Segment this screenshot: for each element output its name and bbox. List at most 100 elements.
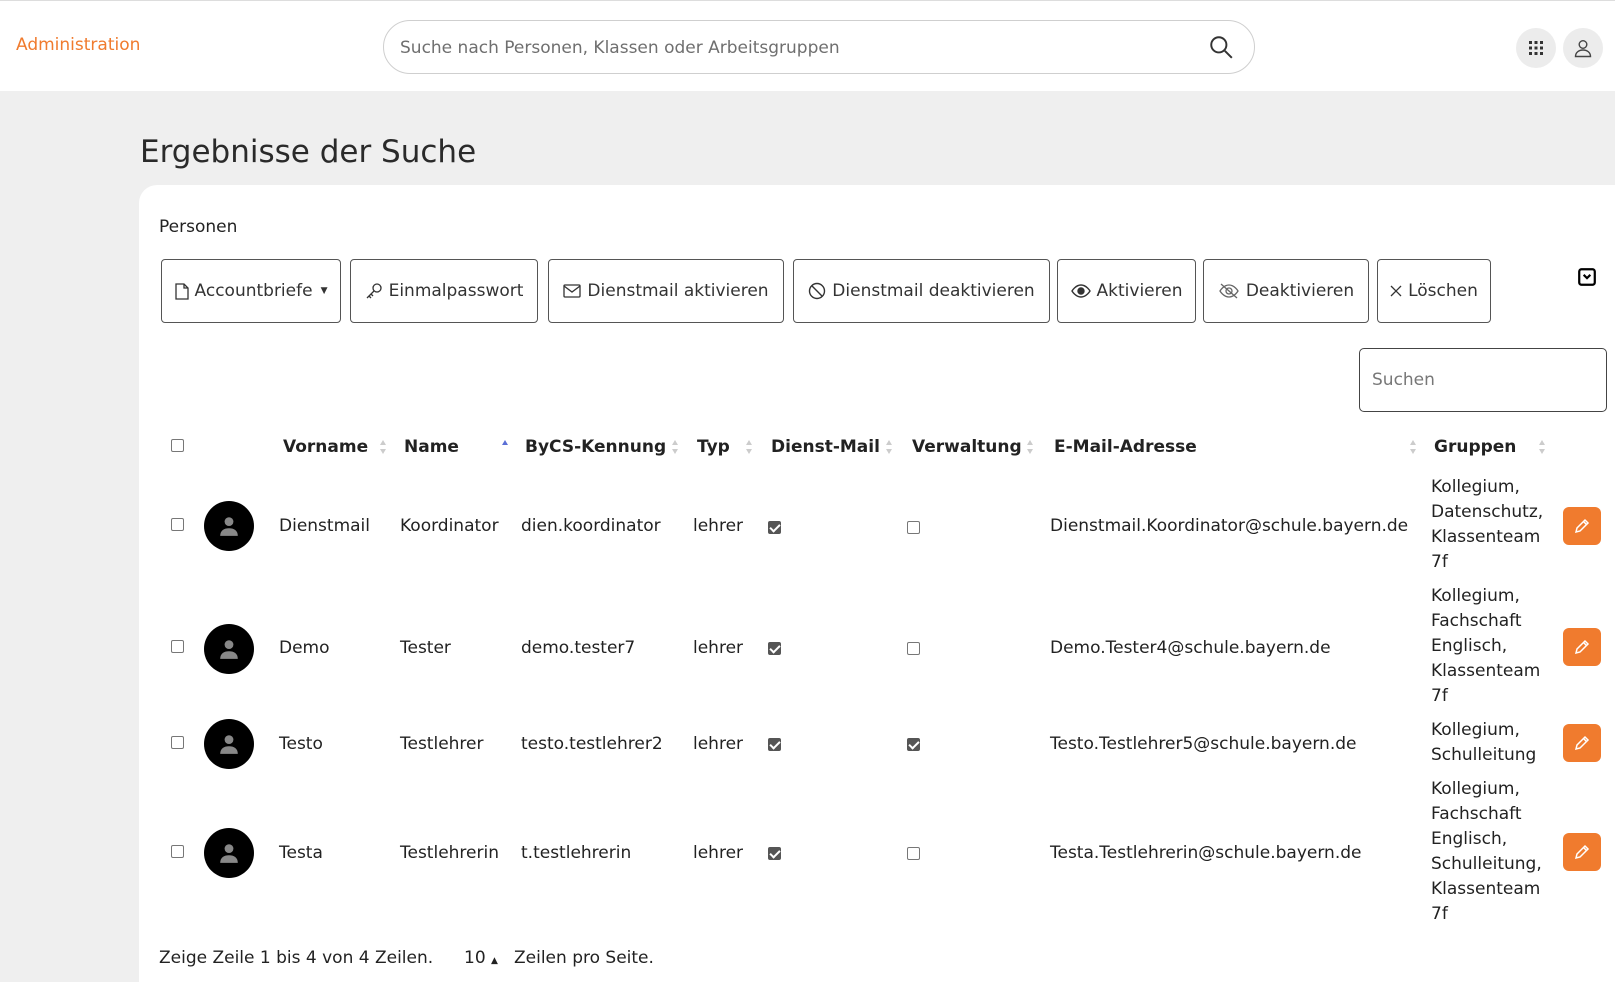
cell-typ: lehrer [693, 638, 744, 658]
aktivieren-button[interactable]: Aktivieren [1057, 259, 1196, 323]
dienstmail-aktivieren-label: Dienstmail aktivieren [587, 281, 769, 301]
pencil-icon [1574, 844, 1590, 860]
cell-name: Koordinator [400, 516, 499, 536]
row-select-checkbox[interactable] [171, 640, 184, 653]
loeschen-label: Löschen [1408, 281, 1478, 301]
dienstmail-deaktivieren-button[interactable]: Dienstmail deaktivieren [793, 259, 1050, 323]
page-size-select[interactable]: 10 ▲ [464, 948, 498, 968]
edit-button[interactable] [1563, 724, 1601, 762]
einmalpasswort-label: Einmalpasswort [388, 281, 524, 301]
dienstmail-checkbox[interactable] [768, 738, 781, 751]
column-header-typ[interactable]: Typ [697, 437, 730, 457]
eye-slash-icon [1219, 283, 1239, 299]
cell-name: Testlehrer [400, 734, 484, 754]
cell-gruppen: Kollegium, Schulleitung [1431, 720, 1537, 765]
global-search-input[interactable] [400, 33, 1190, 63]
column-header-name[interactable]: Name [404, 437, 459, 457]
cell-gruppen: Kollegium, Datenschutz, Klassenteam 7f [1431, 477, 1544, 572]
edit-button[interactable] [1563, 833, 1601, 871]
column-header-email[interactable]: E-Mail-Adresse [1054, 437, 1197, 457]
cell-kennung: dien.koordinator [521, 516, 661, 536]
document-icon [174, 282, 189, 300]
deaktivieren-button[interactable]: Deaktivieren [1203, 259, 1369, 323]
pencil-icon [1574, 518, 1590, 534]
apps-grid-icon [1529, 41, 1543, 55]
caret-up-icon: ▲ [491, 956, 498, 966]
column-header-gruppen[interactable]: Gruppen [1434, 437, 1516, 457]
search-icon[interactable] [1208, 34, 1234, 60]
sort-icon[interactable] [1538, 439, 1546, 455]
deaktivieren-label: Deaktivieren [1245, 281, 1355, 301]
brand-link[interactable]: Administration [16, 35, 140, 55]
person-icon [220, 640, 238, 659]
cell-email: Dienstmail.Koordinator@schule.bayern.de [1050, 516, 1409, 536]
cell-kennung: t.testlehrerin [521, 843, 632, 863]
avatar [204, 624, 254, 674]
edit-button[interactable] [1563, 628, 1601, 666]
cell-typ: lehrer [693, 843, 744, 863]
table-search-input[interactable] [1359, 348, 1607, 412]
apps-button[interactable] [1516, 28, 1556, 68]
einmalpasswort-button[interactable]: Einmalpasswort [350, 259, 538, 323]
cell-kennung: testo.testlehrer2 [521, 734, 663, 754]
close-icon [1390, 285, 1402, 297]
pagination-summary: Zeige Zeile 1 bis 4 von 4 Zeilen. [159, 948, 434, 968]
cell-vorname: Testo [279, 734, 323, 754]
select-all-checkbox[interactable] [171, 439, 184, 452]
row-select-checkbox[interactable] [171, 518, 184, 531]
sort-icon[interactable] [671, 439, 679, 455]
page-size-value: 10 [464, 948, 486, 968]
avatar [204, 828, 254, 878]
cell-typ: lehrer [693, 516, 744, 536]
edit-button[interactable] [1563, 507, 1601, 545]
column-header-vorname[interactable]: Vorname [283, 437, 368, 457]
verwaltung-checkbox[interactable] [907, 738, 920, 751]
person-icon [220, 844, 238, 863]
cell-name: Testlehrerin [400, 843, 499, 863]
column-header-bycs-kennung[interactable]: ByCS-Kennung [525, 437, 666, 457]
sort-icon[interactable] [885, 439, 893, 455]
columns-toggle-icon[interactable] [1577, 267, 1597, 287]
key-icon [366, 283, 382, 299]
section-label-personen: Personen [159, 217, 238, 237]
sort-icon[interactable] [745, 439, 753, 455]
dienstmail-checkbox[interactable] [768, 642, 781, 655]
user-icon [1574, 40, 1592, 58]
page-title: Ergebnisse der Suche [140, 134, 477, 170]
accountbriefe-button[interactable]: Accountbriefe ▼ [161, 259, 341, 323]
avatar [204, 501, 254, 551]
dienstmail-checkbox[interactable] [768, 847, 781, 860]
row-select-checkbox[interactable] [171, 736, 184, 749]
global-search[interactable] [383, 20, 1255, 74]
loeschen-button[interactable]: Löschen [1377, 259, 1491, 323]
rows-per-page-label: Zeilen pro Seite. [514, 948, 654, 968]
accountbriefe-label: Accountbriefe [194, 281, 313, 301]
dienstmail-checkbox[interactable] [768, 521, 781, 534]
pencil-icon [1574, 639, 1590, 655]
column-header-verwaltung[interactable]: Verwaltung [912, 437, 1022, 457]
pencil-icon [1574, 735, 1590, 751]
column-header-dienst-mail[interactable]: Dienst-Mail [771, 437, 880, 457]
sort-asc-icon[interactable] [501, 439, 509, 455]
cell-vorname: Testa [279, 843, 323, 863]
results-card: Personen Accountbriefe ▼ Einmalpasswort … [139, 185, 1615, 982]
cell-gruppen: Kollegium, Fachschaft Englisch, Klassent… [1431, 586, 1541, 706]
top-bar: Administration [0, 0, 1615, 91]
cell-kennung: demo.tester7 [521, 638, 636, 658]
cell-email: Testo.Testlehrer5@schule.bayern.de [1050, 734, 1357, 754]
envelope-icon [563, 284, 582, 298]
caret-down-icon: ▼ [320, 286, 328, 296]
verwaltung-checkbox[interactable] [907, 521, 920, 534]
cell-name: Tester [400, 638, 451, 658]
sort-icon[interactable] [379, 439, 387, 455]
person-icon [220, 517, 238, 536]
ban-icon [809, 282, 826, 300]
sort-icon[interactable] [1026, 439, 1034, 455]
dienstmail-aktivieren-button[interactable]: Dienstmail aktivieren [548, 259, 784, 323]
cell-vorname: Dienstmail [279, 516, 370, 536]
sort-icon[interactable] [1409, 439, 1417, 455]
verwaltung-checkbox[interactable] [907, 642, 920, 655]
user-menu-button[interactable] [1563, 28, 1603, 68]
verwaltung-checkbox[interactable] [907, 847, 920, 860]
row-select-checkbox[interactable] [171, 845, 184, 858]
